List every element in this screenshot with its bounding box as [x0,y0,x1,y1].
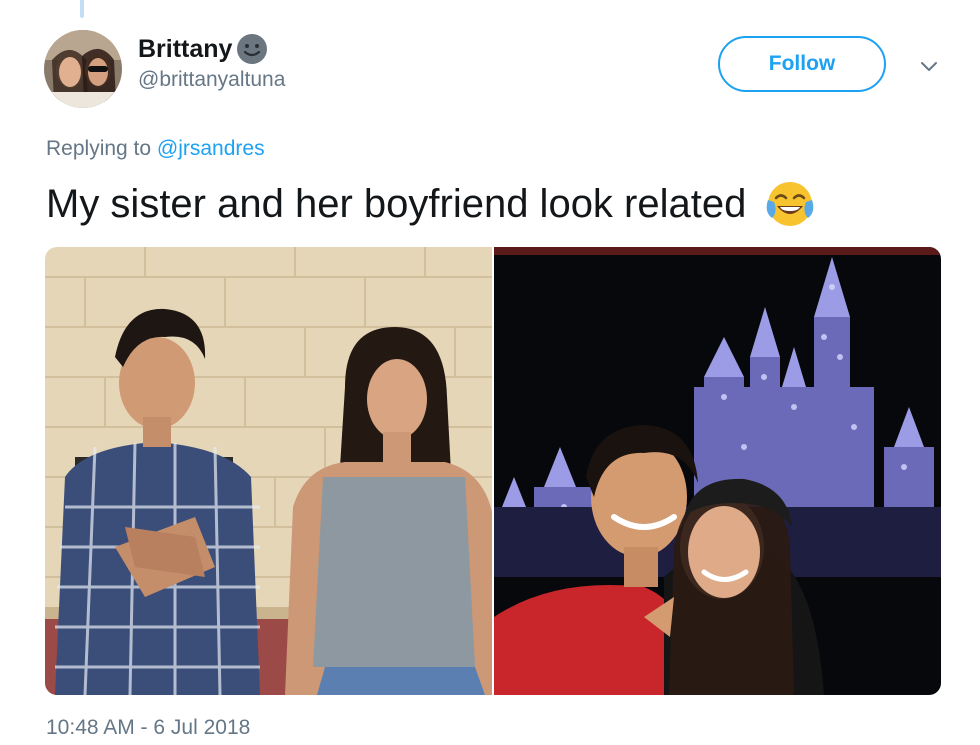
reply-mention-link[interactable]: @jrsandres [157,137,265,160]
photo-boy-and-girl-by-wall[interactable] [45,247,494,695]
thread-connector-line [80,0,84,18]
photo-couple-at-castle-night[interactable] [494,247,941,695]
tweet-text-content: My sister and her boyfriend look related [46,181,747,226]
face-with-tears-of-joy-icon [764,178,816,230]
tweet-media [45,247,941,695]
chevron-down-icon[interactable] [918,55,940,77]
replying-to-prefix: Replying to [46,137,157,160]
tweet-text: My sister and her boyfriend look related [46,178,816,230]
display-name[interactable]: Brittany [138,35,232,64]
smiling-face-icon [236,33,268,65]
replying-to: Replying to @jrsandres [46,137,265,161]
tweet-header: Brittany @brittanyaltuna Follow [44,30,980,110]
follow-button[interactable]: Follow [718,36,886,92]
avatar[interactable] [44,30,122,108]
user-handle[interactable]: @brittanyaltuna [138,68,285,92]
tweet-timestamp[interactable]: 10:48 AM - 6 Jul 2018 [46,716,250,740]
